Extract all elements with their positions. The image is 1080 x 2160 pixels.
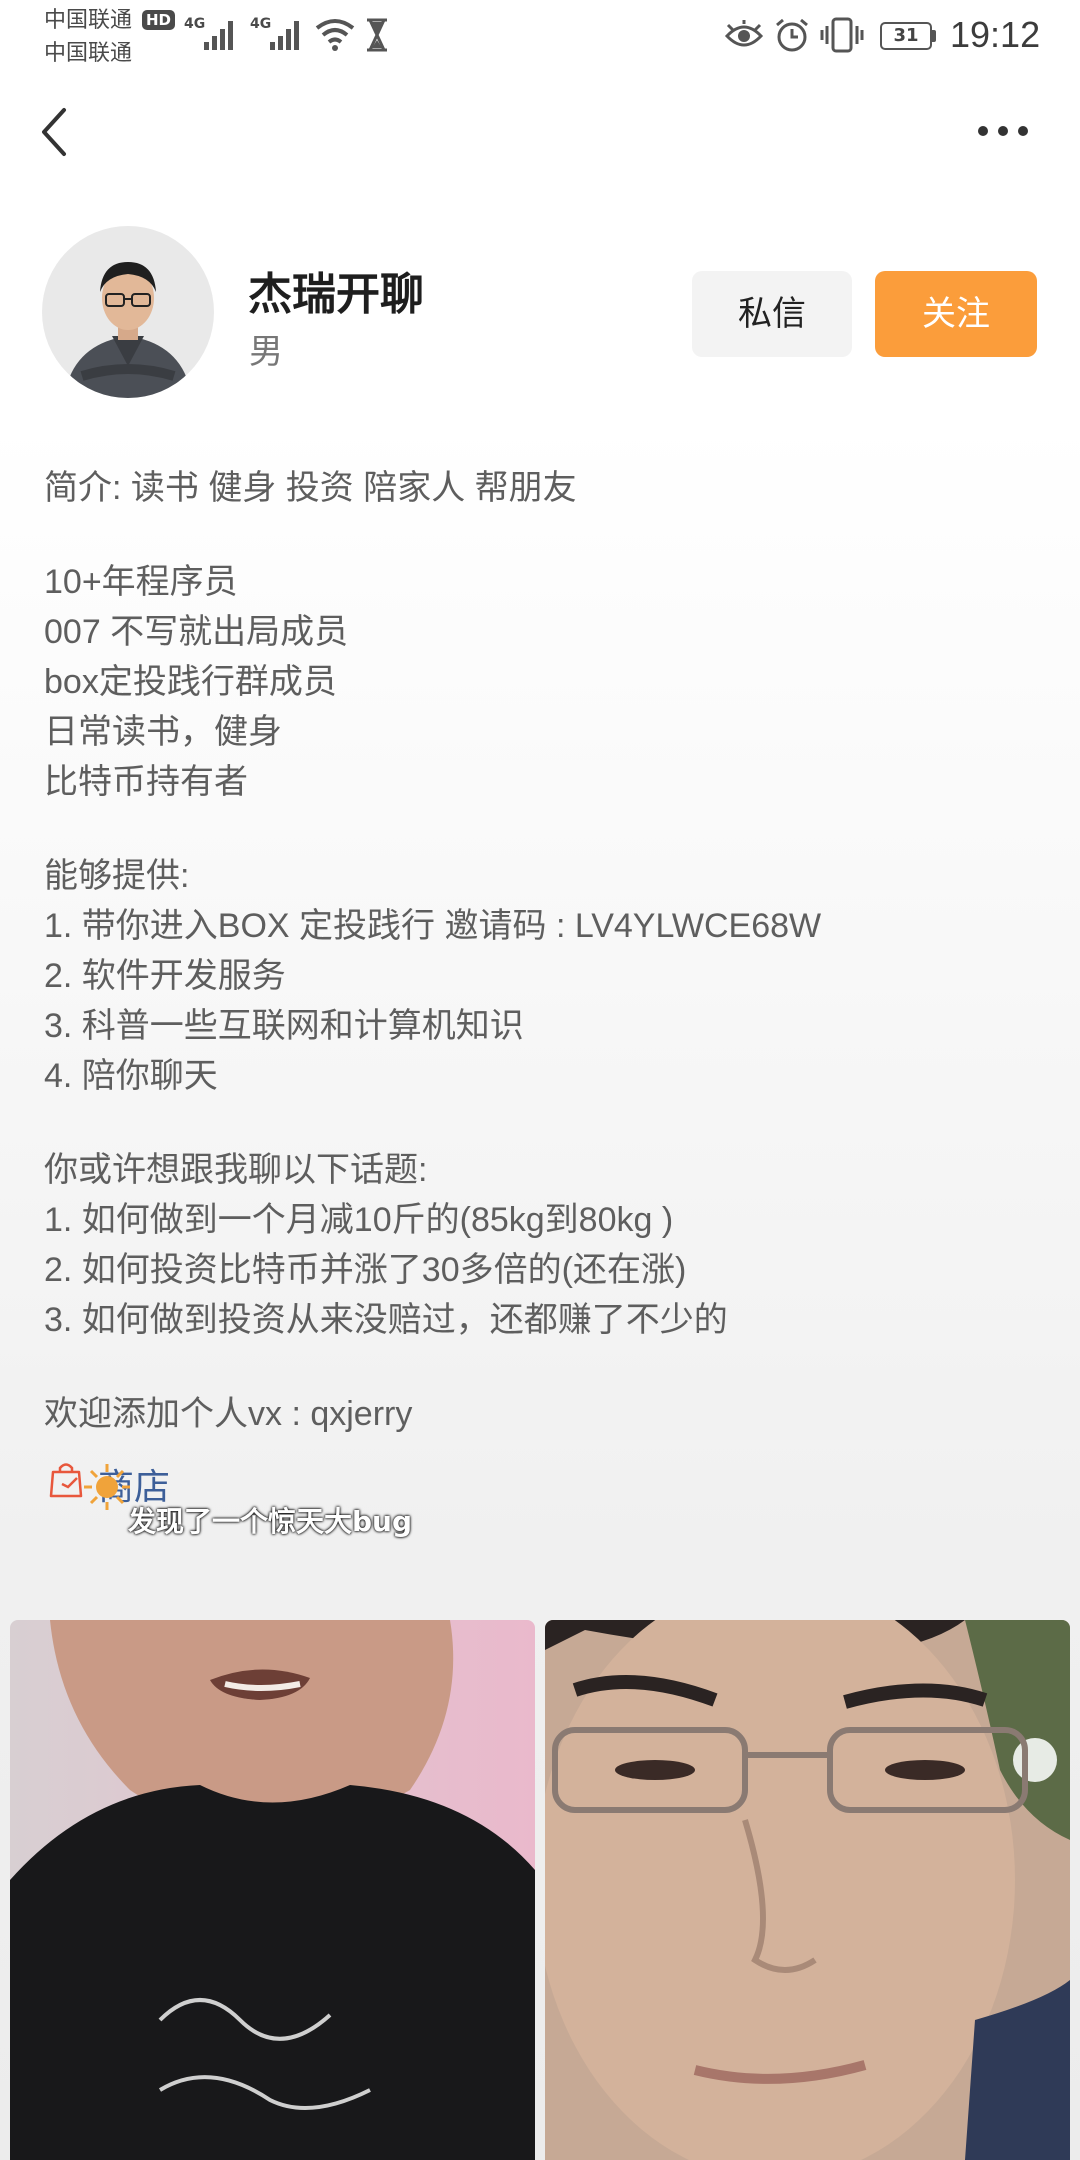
bio-line: 3. 如何做到投资从来没赔过，还都赚了不少的 <box>44 1301 728 1339</box>
bio-line: 1. 如何做到一个月减10斤的(85kg到80kg ) <box>44 1201 674 1239</box>
back-button[interactable] <box>36 104 76 160</box>
more-dots-icon <box>978 126 1028 136</box>
alarm-icon <box>776 18 808 52</box>
bio-line: 你或许想跟我聊以下话题: <box>44 1151 428 1189</box>
bio-line: 007 不写就出局成员 <box>44 613 349 651</box>
status-bar: 中国联通 HD 中国联通 4G 4G 31 19:12 <box>0 0 1080 74</box>
chevron-left-icon <box>42 108 66 156</box>
avatar-photo <box>42 226 214 398</box>
bio-line: 2. 软件开发服务 <box>44 957 286 995</box>
profile-name: 杰瑞开聊 <box>248 269 424 320</box>
bio-line: 3. 科普一些互联网和计算机知识 <box>44 1007 524 1045</box>
battery-tip <box>932 30 936 42</box>
eye-comfort-icon <box>724 20 764 47</box>
bio-line: 日常读书，健身 <box>44 713 282 751</box>
hourglass-icon <box>367 18 387 52</box>
bio-line: 4. 陪你聊天 <box>44 1057 218 1095</box>
profile-gender: 男 <box>249 332 283 372</box>
carrier-label-1: 中国联通 <box>44 8 133 33</box>
hd-badge: HD <box>142 10 176 30</box>
bio-line: 能够提供: <box>44 857 190 895</box>
bio-line: 比特币持有者 <box>44 763 248 801</box>
carrier-label-2: 中国联通 <box>44 41 133 66</box>
signal-strength-icon-1 <box>204 21 233 50</box>
bio-line: 1. 带你进入BOX 定投践行 邀请码 : LV4YLWCE68W <box>44 907 822 945</box>
bio-line: 2. 如何投资比特币并涨了30多倍的(还在涨) <box>44 1251 687 1289</box>
bio-line: 简介: 读书 健身 投资 陪家人 帮朋友 <box>44 469 577 507</box>
vibrate-icon <box>820 17 864 53</box>
follow-button[interactable]: 关注 <box>875 271 1037 357</box>
battery-icon: 31 <box>880 22 932 50</box>
wifi-icon <box>315 19 355 51</box>
video-thumbnail-image <box>545 1620 1070 2160</box>
video-thumbnail-image <box>10 1620 535 2160</box>
video-caption: 发现了一个惊天大bug <box>128 1505 413 1538</box>
bio-line: box定投践行群成员 <box>44 663 337 701</box>
bio-line: 10+年程序员 <box>44 563 238 601</box>
signal-strength-icon-2 <box>270 21 299 50</box>
video-thumbnail[interactable] <box>10 1620 535 2160</box>
more-options-button[interactable] <box>976 116 1030 146</box>
bio-line: 欢迎添加个人vx : qxjerry <box>44 1395 413 1433</box>
message-button[interactable]: 私信 <box>692 271 852 357</box>
sun-sticker-icon <box>84 1464 130 1510</box>
avatar[interactable] <box>42 226 214 398</box>
video-thumbnail[interactable] <box>545 1620 1070 2160</box>
clock: 19:12 <box>950 14 1041 55</box>
